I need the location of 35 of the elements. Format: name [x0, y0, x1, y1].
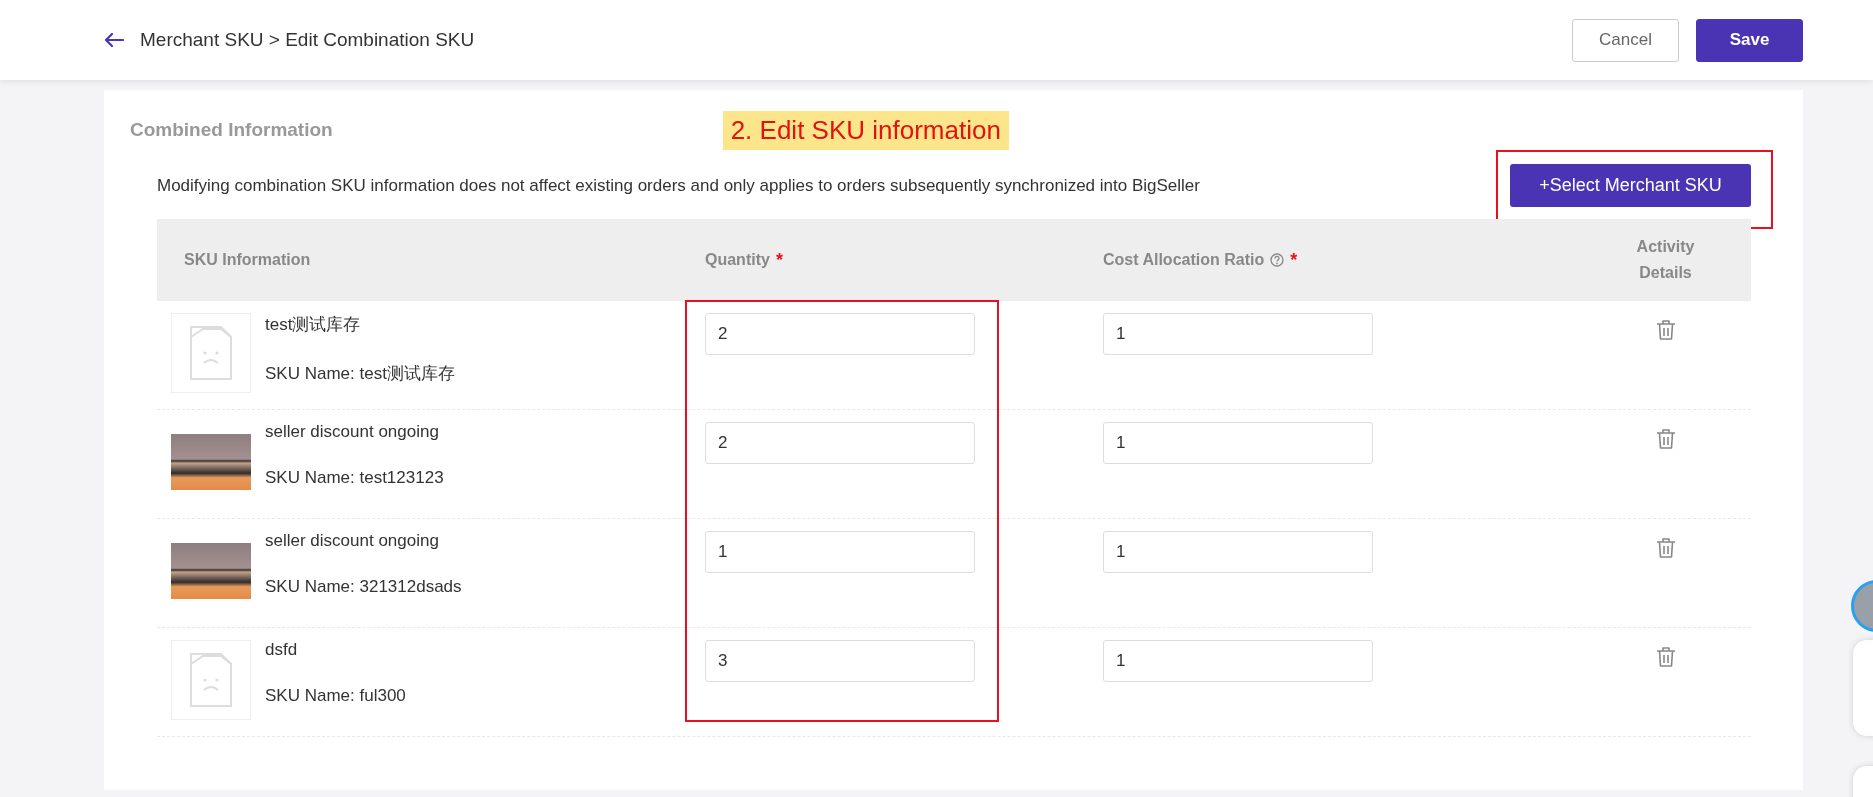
annotation-label: 2. Edit SKU information	[722, 110, 1009, 150]
select-merchant-sku-button[interactable]: +Select Merchant SKU	[1510, 164, 1751, 207]
delete-icon[interactable]	[1655, 646, 1676, 668]
sku-title: seller discount ongoing	[265, 422, 440, 442]
cancel-button[interactable]: Cancel	[1572, 18, 1679, 62]
sku-name: SKU Name: test测试库存	[265, 363, 455, 385]
delete-icon[interactable]	[1655, 428, 1676, 450]
delete-icon[interactable]	[1655, 319, 1676, 341]
sku-title: seller discount ongoing	[265, 531, 440, 551]
required-mark: *	[1290, 249, 1298, 271]
sku-title: test测试库存	[265, 314, 362, 336]
notice-text: Modifying combination SKU information does not affect existing orders and only applies to orders subsequently synchronized into BigSeller	[157, 175, 1200, 196]
back-arrow-icon[interactable]	[104, 32, 124, 48]
quantity-input[interactable]: 2	[705, 313, 975, 355]
quantity-input[interactable]: 3	[705, 640, 975, 682]
sku-name: SKU Name: 321312dsads	[265, 577, 462, 597]
ratio-input[interactable]: 1	[1103, 313, 1373, 355]
help-icon[interactable]	[1270, 253, 1285, 267]
page-title: Merchant SKU > Edit Combination SKU	[140, 29, 475, 51]
save-button[interactable]: Save	[1696, 18, 1803, 62]
column-header: Activity Details	[1635, 237, 1696, 283]
ratio-input[interactable]: 1	[1103, 640, 1373, 682]
section-title: Combined Information	[130, 119, 333, 141]
required-mark: *	[775, 249, 783, 271]
sku-title: dsfd	[265, 640, 299, 660]
quantity-input[interactable]: 1	[705, 531, 975, 573]
ratio-input[interactable]: 1	[1103, 531, 1373, 573]
column-header: Quantity	[705, 251, 770, 269]
sku-name: SKU Name: ful300	[265, 686, 406, 706]
quantity-input[interactable]: 2	[705, 422, 975, 464]
ratio-input[interactable]: 1	[1103, 422, 1373, 464]
column-header: Cost Allocation Ratio	[1103, 251, 1265, 269]
sku-name: SKU Name: test123123	[265, 468, 444, 488]
column-header: SKU Information	[184, 251, 311, 269]
delete-icon[interactable]	[1655, 537, 1676, 559]
